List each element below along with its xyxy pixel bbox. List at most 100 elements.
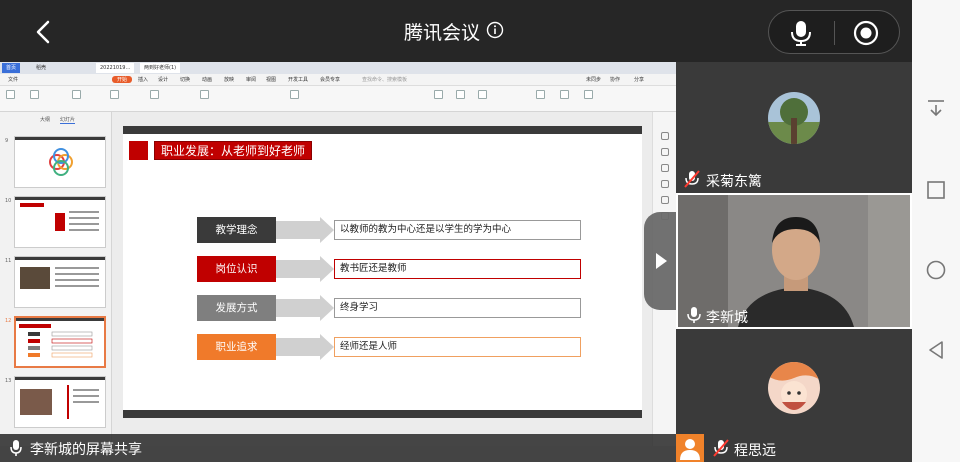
system-nav-bar <box>912 0 960 462</box>
thumb-number: 9 <box>5 138 9 144</box>
menu-slideshow[interactable]: 放映 <box>224 76 234 83</box>
thumb-number: 10 <box>5 198 12 204</box>
row-text-teaching-concept: 以教师的教为中心还是以学生的学为中心 <box>334 220 581 240</box>
participant-tile-active-speaker[interactable]: 李新城 <box>676 193 912 329</box>
tab-slides[interactable]: 幻灯片 <box>60 116 76 124</box>
select-icon[interactable] <box>584 90 593 99</box>
participant-name: 程思远 <box>734 443 776 459</box>
expand-toolbar-button[interactable] <box>644 212 676 310</box>
shared-screen: 首页 稻壳 20221019… 两到好老师(1) 文件 开始 插入 设计 切换 … <box>0 62 676 462</box>
menu-file[interactable]: 文件 <box>8 76 18 83</box>
meeting-title: 腾讯会议 <box>404 22 481 44</box>
thumb-number: 11 <box>5 258 12 264</box>
pointer-icon[interactable] <box>661 132 669 140</box>
back-triangle-icon[interactable] <box>926 340 946 360</box>
share-banner-text: 李新城的屏幕共享 <box>30 442 142 458</box>
thumb-number: 13 <box>5 378 12 384</box>
audio-record-controls <box>768 10 900 54</box>
slide-thumbnail[interactable] <box>14 196 106 248</box>
title-accent-square <box>129 141 148 160</box>
slide-header-bar <box>123 126 642 134</box>
menu-home[interactable]: 开始 <box>112 76 133 83</box>
avatar <box>768 362 820 414</box>
slide-thumbnail[interactable] <box>14 136 106 188</box>
avatar <box>768 92 820 144</box>
row-label-development-mode: 发展方式 <box>197 295 276 321</box>
tab-home[interactable]: 首页 <box>2 63 21 73</box>
participant-name: 采菊东篱 <box>706 174 762 190</box>
microphone-icon[interactable] <box>787 19 815 47</box>
thumb-number: 12 <box>5 318 12 324</box>
avatar-placeholder <box>676 434 704 462</box>
wps-tab-bar: 首页 稻壳 20221019… 两到好老师(1) <box>0 62 676 74</box>
row-label-role-understanding: 岗位认识 <box>197 256 276 282</box>
format-painter-icon[interactable] <box>72 90 81 99</box>
shape-icon[interactable] <box>456 90 465 99</box>
sync-status[interactable]: 未同步 <box>586 76 601 83</box>
font-icon[interactable] <box>200 90 209 99</box>
participant-tile[interactable]: 程思远 <box>676 329 912 462</box>
menu-dev-tools[interactable]: 开发工具 <box>288 76 308 83</box>
menu-collaborate[interactable]: 协作 <box>610 76 620 83</box>
arrow-shape <box>276 217 334 243</box>
shape-style-icon[interactable] <box>661 164 669 172</box>
picture-icon[interactable] <box>478 90 487 99</box>
recents-icon[interactable] <box>926 180 946 200</box>
menu-animation[interactable]: 动画 <box>202 76 212 83</box>
menu-review[interactable]: 审阅 <box>246 76 256 83</box>
slide-title: 职业发展：从老师到好老师 <box>154 141 313 160</box>
menu-member[interactable]: 会员专享 <box>320 76 340 83</box>
row-label-career-pursuit: 职业追求 <box>197 334 276 360</box>
layout-icon[interactable] <box>150 90 159 99</box>
new-slide-icon[interactable] <box>110 90 119 99</box>
cut-icon[interactable] <box>30 90 39 99</box>
menu-insert[interactable]: 插入 <box>138 76 148 83</box>
microphone-muted-icon <box>684 170 700 188</box>
microphone-muted-icon <box>713 439 729 457</box>
slide-thumbnail[interactable] <box>14 376 106 428</box>
tab-document-2[interactable]: 两到好老师(1) <box>140 63 181 73</box>
person-icon <box>680 439 700 460</box>
row-text-role-understanding: 教书匠还是教师 <box>334 259 581 279</box>
arrow-shape <box>276 334 334 360</box>
slide-canvas: 职业发展：从老师到好老师 教学理念 以教师的教为中心还是以学生的学为中心 岗位认… <box>112 112 652 454</box>
arrow-shape <box>276 256 334 282</box>
paragraph-icon[interactable] <box>290 90 299 99</box>
menu-transition[interactable]: 切换 <box>180 76 190 83</box>
slide-thumbnail[interactable] <box>14 256 106 308</box>
textbox-icon[interactable] <box>434 90 443 99</box>
slide-thumbnail-selected[interactable] <box>14 316 106 368</box>
microphone-icon <box>687 307 701 323</box>
collapse-down-icon[interactable] <box>926 98 946 118</box>
tab-document-1[interactable]: 20221019… <box>96 63 135 73</box>
row-text-career-pursuit: 经师还是人师 <box>334 337 581 357</box>
menu-share[interactable]: 分享 <box>634 76 644 83</box>
wps-menu-bar: 文件 开始 插入 设计 切换 动画 放映 审阅 视图 开发工具 会员专享 查找命… <box>0 74 676 86</box>
participant-tile[interactable]: 采菊东篱 <box>676 62 912 193</box>
record-icon[interactable] <box>853 20 879 46</box>
home-icon[interactable] <box>926 260 946 280</box>
wps-ribbon <box>0 86 676 112</box>
image-icon[interactable] <box>661 180 669 188</box>
microphone-icon <box>10 440 22 456</box>
paste-icon[interactable] <box>6 90 15 99</box>
meeting-header: 腾讯会议 <box>0 0 912 62</box>
meeting-window: 腾讯会议 首页 稻壳 20221019… 两到好老师(1) 文件 开始 插入 设… <box>0 0 960 462</box>
animation-icon[interactable] <box>661 196 669 204</box>
command-search-input[interactable]: 查找命令、搜索模板 <box>362 76 407 83</box>
current-slide[interactable]: 职业发展：从老师到好老师 教学理念 以教师的教为中心还是以学生的学为中心 岗位认… <box>123 126 642 418</box>
participant-name: 李新城 <box>706 310 748 326</box>
play-icon <box>656 253 667 269</box>
info-icon[interactable] <box>486 21 504 39</box>
chevron-left-icon[interactable] <box>30 18 58 46</box>
tab-outline[interactable]: 大纲 <box>40 116 50 123</box>
menu-view[interactable]: 视图 <box>266 76 276 83</box>
adjust-icon[interactable] <box>661 148 669 156</box>
menu-design[interactable]: 设计 <box>158 76 168 83</box>
replace-icon[interactable] <box>560 90 569 99</box>
find-icon[interactable] <box>536 90 545 99</box>
slide-thumbnails-panel: 大纲 幻灯片 9 10 11 12 13 <box>0 112 112 454</box>
row-label-teaching-concept: 教学理念 <box>197 217 276 243</box>
divider <box>834 21 835 45</box>
tab-docer[interactable]: 稻壳 <box>32 63 50 73</box>
